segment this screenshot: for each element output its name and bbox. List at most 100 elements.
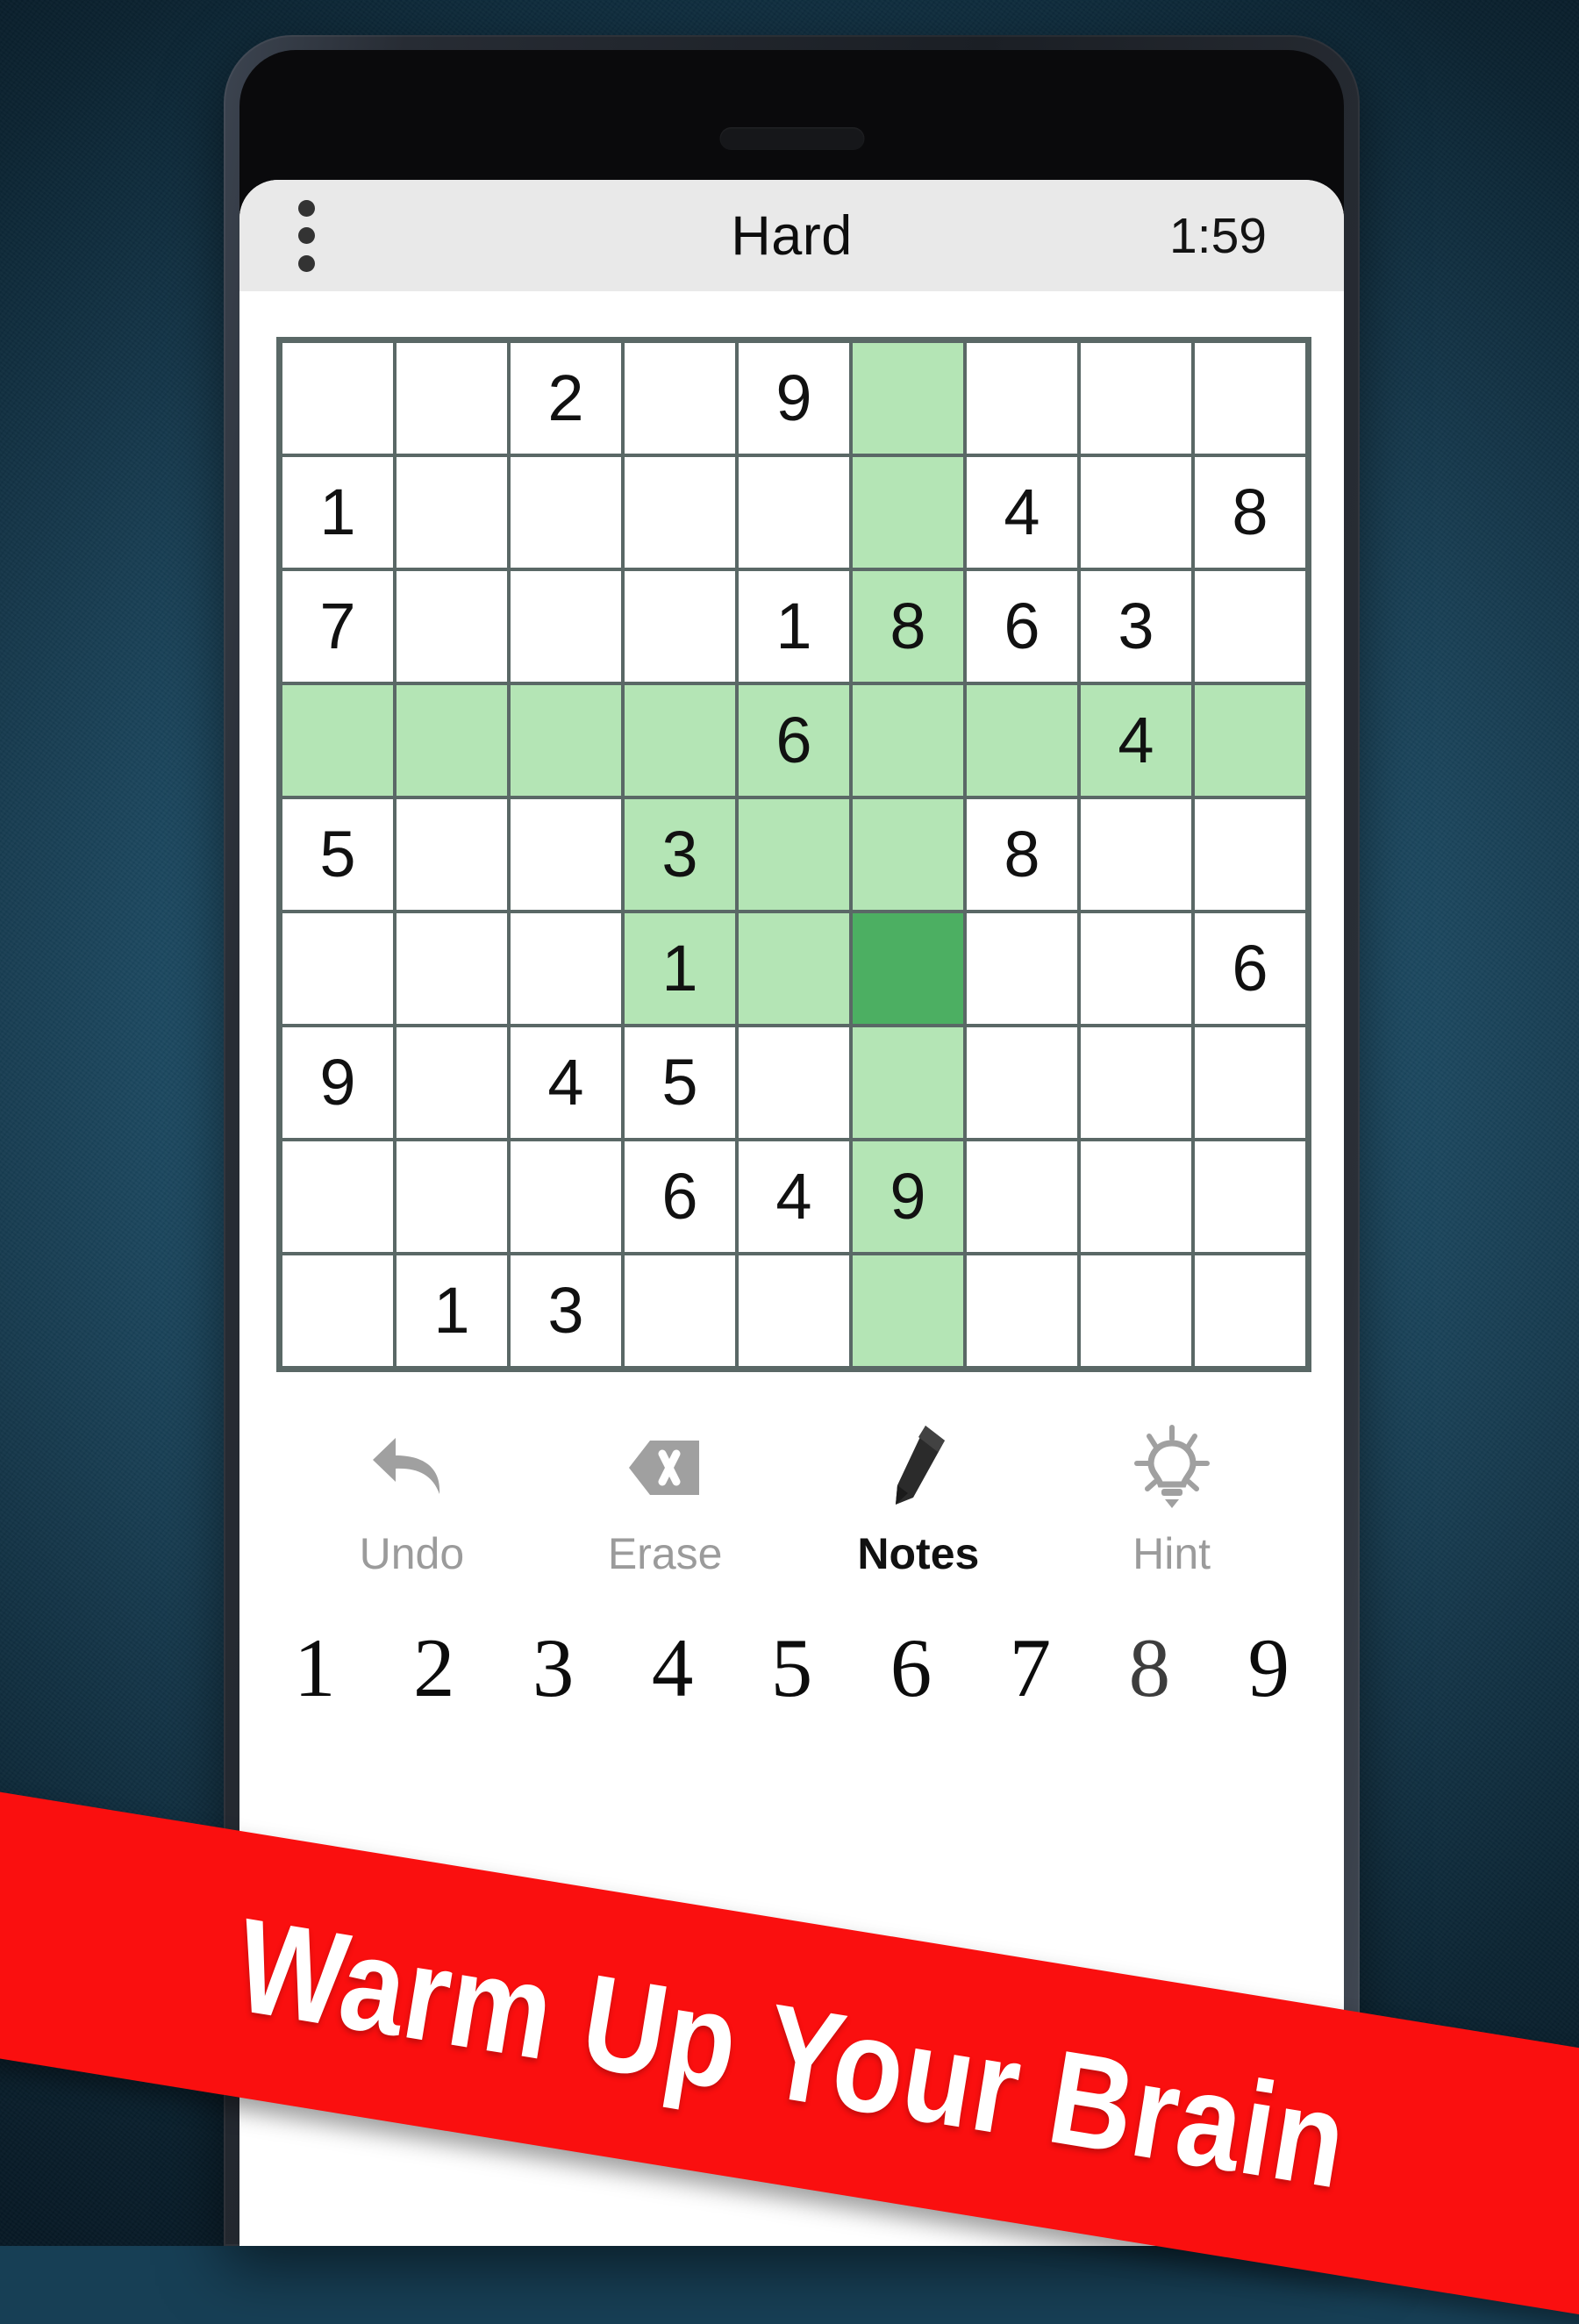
sudoku-cell-r1c3[interactable]: 2	[511, 343, 621, 454]
sudoku-cell-r3c7[interactable]: 6	[967, 571, 1077, 682]
sudoku-cell-r2c8[interactable]	[1081, 457, 1191, 568]
numpad-key-7[interactable]: 7	[1010, 1627, 1052, 1710]
numpad-key-1[interactable]: 1	[294, 1627, 336, 1710]
sudoku-cell-r8c3[interactable]	[511, 1141, 621, 1252]
sudoku-cell-r9c2[interactable]: 1	[397, 1255, 507, 1366]
sudoku-cell-r2c9[interactable]: 8	[1195, 457, 1305, 568]
sudoku-cell-r7c6[interactable]	[853, 1027, 963, 1138]
sudoku-cell-r4c9[interactable]	[1195, 685, 1305, 796]
sudoku-cell-r3c9[interactable]	[1195, 571, 1305, 682]
sudoku-cell-r5c6[interactable]	[853, 799, 963, 910]
sudoku-cell-r9c1[interactable]	[282, 1255, 393, 1366]
sudoku-cell-r2c6[interactable]	[853, 457, 963, 568]
sudoku-cell-r5c7[interactable]: 8	[967, 799, 1077, 910]
sudoku-cell-r9c8[interactable]	[1081, 1255, 1191, 1366]
sudoku-cell-r3c4[interactable]	[625, 571, 735, 682]
sudoku-cell-r7c3[interactable]: 4	[511, 1027, 621, 1138]
sudoku-cell-r4c1[interactable]	[282, 685, 393, 796]
sudoku-cell-r1c2[interactable]	[397, 343, 507, 454]
sudoku-cell-r8c7[interactable]	[967, 1141, 1077, 1252]
sudoku-cell-r1c6[interactable]	[853, 343, 963, 454]
sudoku-cell-r7c1[interactable]: 9	[282, 1027, 393, 1138]
hint-button[interactable]: Hint	[1071, 1423, 1273, 1579]
sudoku-cell-r5c9[interactable]	[1195, 799, 1305, 910]
sudoku-cell-r2c7[interactable]: 4	[967, 457, 1077, 568]
sudoku-cell-r7c4[interactable]: 5	[625, 1027, 735, 1138]
earpiece-speaker-icon	[719, 127, 864, 150]
sudoku-cell-r3c2[interactable]	[397, 571, 507, 682]
sudoku-cell-r1c9[interactable]	[1195, 343, 1305, 454]
sudoku-cell-r8c4[interactable]: 6	[625, 1141, 735, 1252]
sudoku-cell-r5c4[interactable]: 3	[625, 799, 735, 910]
numpad-key-5[interactable]: 5	[771, 1627, 813, 1710]
sudoku-cell-r9c7[interactable]	[967, 1255, 1077, 1366]
numpad-key-8[interactable]: 8	[1129, 1627, 1171, 1710]
sudoku-cell-r4c7[interactable]	[967, 685, 1077, 796]
sudoku-grid[interactable]: 2914871863645381694564913	[276, 337, 1311, 1372]
sudoku-cell-r4c8[interactable]: 4	[1081, 685, 1191, 796]
undo-button[interactable]: Undo	[311, 1423, 512, 1579]
sudoku-cell-r5c5[interactable]	[739, 799, 849, 910]
sudoku-cell-r7c5[interactable]	[739, 1027, 849, 1138]
sudoku-cell-r8c8[interactable]	[1081, 1141, 1191, 1252]
sudoku-cell-r6c1[interactable]	[282, 913, 393, 1024]
sudoku-cell-r3c3[interactable]	[511, 571, 621, 682]
sudoku-cell-r1c5[interactable]: 9	[739, 343, 849, 454]
sudoku-cell-r6c4[interactable]: 1	[625, 913, 735, 1024]
sudoku-cell-r4c4[interactable]	[625, 685, 735, 796]
sudoku-cell-r6c7[interactable]	[967, 913, 1077, 1024]
sudoku-cell-r7c9[interactable]	[1195, 1027, 1305, 1138]
sudoku-cell-r2c3[interactable]	[511, 457, 621, 568]
sudoku-cell-r1c8[interactable]	[1081, 343, 1191, 454]
sudoku-cell-r2c2[interactable]	[397, 457, 507, 568]
sudoku-cell-r9c4[interactable]	[625, 1255, 735, 1366]
game-timer[interactable]: 1:59	[1169, 207, 1267, 265]
sudoku-cell-r2c1[interactable]: 1	[282, 457, 393, 568]
sudoku-cell-r6c6[interactable]	[853, 913, 963, 1024]
numpad-key-2[interactable]: 2	[413, 1627, 455, 1710]
sudoku-cell-r6c2[interactable]	[397, 913, 507, 1024]
sudoku-cell-r1c1[interactable]	[282, 343, 393, 454]
sudoku-cell-r3c6[interactable]: 8	[853, 571, 963, 682]
numpad-key-4[interactable]: 4	[652, 1627, 694, 1710]
sudoku-cell-r6c5[interactable]	[739, 913, 849, 1024]
sudoku-cell-r3c1[interactable]: 7	[282, 571, 393, 682]
sudoku-cell-r9c3[interactable]: 3	[511, 1255, 621, 1366]
sudoku-cell-r1c7[interactable]	[967, 343, 1077, 454]
sudoku-cell-r5c8[interactable]	[1081, 799, 1191, 910]
sudoku-cell-r2c5[interactable]	[739, 457, 849, 568]
menu-dot	[297, 227, 315, 244]
sudoku-cell-r8c2[interactable]	[397, 1141, 507, 1252]
sudoku-cell-r8c6[interactable]: 9	[853, 1141, 963, 1252]
sudoku-cell-r9c9[interactable]	[1195, 1255, 1305, 1366]
numpad-key-6[interactable]: 6	[890, 1627, 932, 1710]
sudoku-cell-r5c2[interactable]	[397, 799, 507, 910]
overflow-menu-icon[interactable]	[285, 195, 327, 277]
sudoku-cell-r5c3[interactable]	[511, 799, 621, 910]
notes-button[interactable]: Notes	[818, 1423, 1019, 1579]
sudoku-cell-r7c2[interactable]	[397, 1027, 507, 1138]
numpad-key-3[interactable]: 3	[532, 1627, 575, 1710]
sudoku-cell-r4c6[interactable]	[853, 685, 963, 796]
numpad-key-9[interactable]: 9	[1248, 1627, 1290, 1710]
sudoku-cell-r4c5[interactable]: 6	[739, 685, 849, 796]
sudoku-cell-r8c5[interactable]: 4	[739, 1141, 849, 1252]
sudoku-cell-r2c4[interactable]	[625, 457, 735, 568]
sudoku-cell-r8c1[interactable]	[282, 1141, 393, 1252]
sudoku-cell-r7c8[interactable]	[1081, 1027, 1191, 1138]
sudoku-cell-r7c7[interactable]	[967, 1027, 1077, 1138]
sudoku-cell-r9c6[interactable]	[853, 1255, 963, 1366]
sudoku-cell-r4c3[interactable]	[511, 685, 621, 796]
erase-button[interactable]: Erase	[564, 1423, 766, 1579]
sudoku-cell-r1c4[interactable]	[625, 343, 735, 454]
sudoku-cell-r6c9[interactable]: 6	[1195, 913, 1305, 1024]
sudoku-cell-r3c5[interactable]: 1	[739, 571, 849, 682]
sudoku-cell-r9c5[interactable]	[739, 1255, 849, 1366]
sudoku-cell-r8c9[interactable]	[1195, 1141, 1305, 1252]
sudoku-cell-r4c2[interactable]	[397, 685, 507, 796]
sudoku-cell-r6c3[interactable]	[511, 913, 621, 1024]
undo-arrow-icon	[369, 1423, 454, 1512]
sudoku-cell-r3c8[interactable]: 3	[1081, 571, 1191, 682]
sudoku-cell-r5c1[interactable]: 5	[282, 799, 393, 910]
sudoku-cell-r6c8[interactable]	[1081, 913, 1191, 1024]
